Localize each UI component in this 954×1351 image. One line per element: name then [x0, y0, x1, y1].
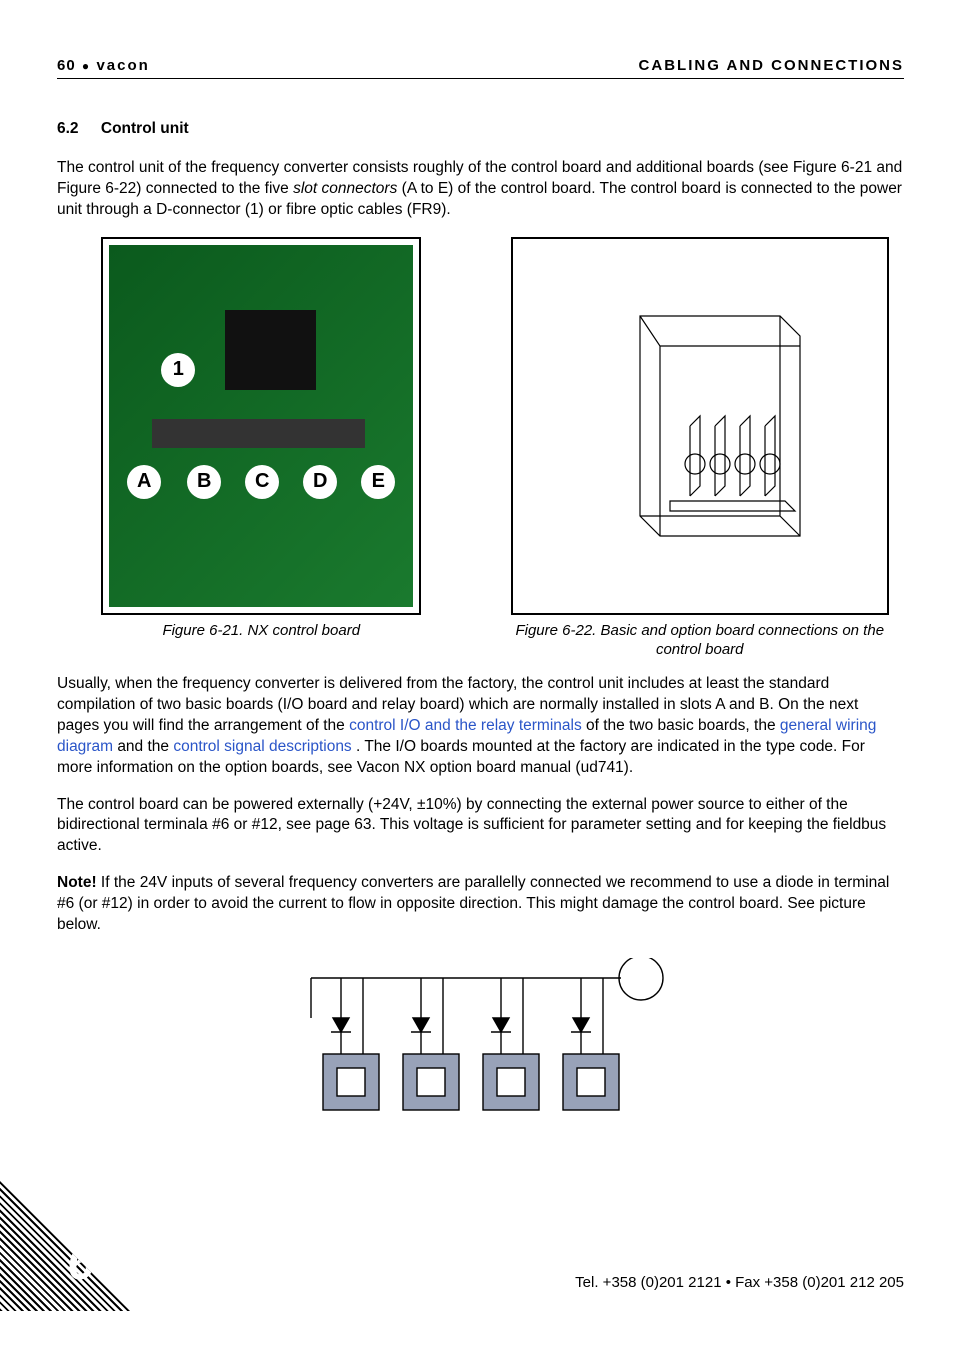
pcb-label-D: D — [303, 465, 337, 499]
section-heading: 6.2 Control unit — [57, 119, 904, 140]
brand-name: vacon — [96, 57, 149, 74]
slot-connectors-term: slot connectors — [293, 180, 397, 197]
link-control-signal-descriptions[interactable]: control signal descriptions — [173, 738, 351, 755]
header-left: 60 ● vacon — [57, 56, 150, 76]
figure-row: 1 A B C D E Figure 6-21. NX control boar… — [57, 237, 904, 660]
page-header: 60 ● vacon CABLING AND CONNECTIONS — [57, 56, 904, 79]
pcb-label-C: C — [245, 465, 279, 499]
chapter-number: 6 — [67, 1232, 94, 1297]
enclosure-drawing — [550, 276, 850, 576]
page-footer: 6 Tel. +358 (0)201 2121 • Fax +358 (0)20… — [0, 1181, 904, 1311]
p2-c: and the — [117, 738, 173, 755]
note-paragraph: Note! If the 24V inputs of several frequ… — [57, 873, 904, 936]
pcb-label-1: 1 — [161, 353, 195, 387]
pcb-label-B: B — [187, 465, 221, 499]
page-number: 60 — [57, 57, 76, 74]
figure-6-21-box: 1 A B C D E — [101, 237, 421, 615]
pcb-photo-placeholder: 1 A B C D E — [109, 245, 413, 607]
note-text: If the 24V inputs of several frequency c… — [57, 874, 889, 933]
section-number: 6.2 — [57, 120, 79, 137]
section-title: Control unit — [101, 120, 189, 137]
footer-contact: Tel. +358 (0)201 2121 • Fax +358 (0)201 … — [575, 1273, 904, 1293]
note-label: Note! — [57, 874, 97, 891]
intro-paragraph: The control unit of the frequency conver… — [57, 158, 904, 221]
figure-left-col: 1 A B C D E Figure 6-21. NX control boar… — [57, 237, 466, 660]
link-control-io-relay-terminals[interactable]: control I/O and the relay terminals — [349, 717, 582, 734]
corner-ornament: 6 — [0, 1181, 130, 1311]
paragraph-3: The control board can be powered externa… — [57, 795, 904, 858]
figure-6-21-caption: Figure 6-21. NX control board — [162, 621, 360, 641]
figure-6-22-box — [511, 237, 889, 615]
figure-right-col: Figure 6-22. Basic and option board conn… — [496, 237, 905, 660]
header-right: CABLING AND CONNECTIONS — [639, 56, 904, 76]
parallel-diode-diagram — [57, 958, 904, 1118]
pcb-label-E: E — [361, 465, 395, 499]
paragraph-2: Usually, when the frequency converter is… — [57, 674, 904, 779]
p2-b: of the two basic boards, the — [586, 717, 780, 734]
figure-6-22-caption: Figure 6-22. Basic and option board conn… — [496, 621, 905, 660]
pcb-label-A: A — [127, 465, 161, 499]
bullet-icon: ● — [82, 59, 97, 73]
